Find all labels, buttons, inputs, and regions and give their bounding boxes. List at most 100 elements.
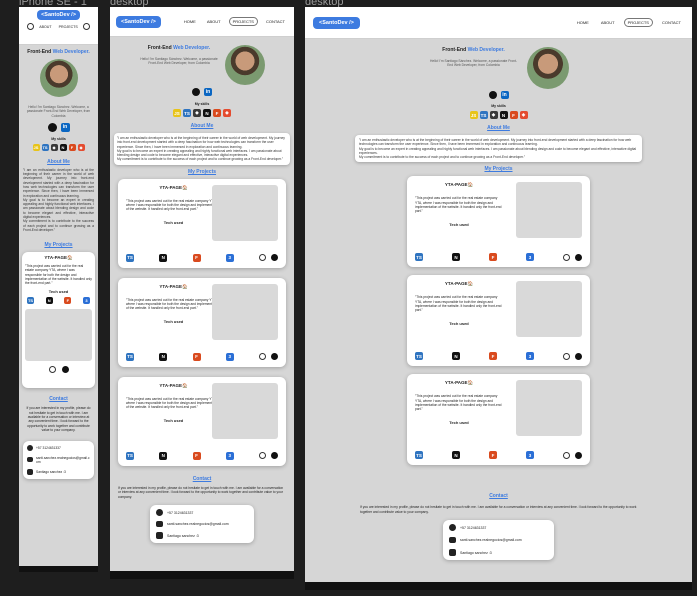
nav: HOME ABOUT PROJECTS CONTACT: [181, 17, 288, 26]
project-card[interactable]: YTA-PAGE🏠 "This project was carried out f…: [118, 178, 286, 268]
typescript-icon: TS: [479, 111, 488, 119]
web-icon[interactable]: [563, 352, 570, 360]
web-icon[interactable]: [259, 353, 266, 361]
github-icon[interactable]: [192, 88, 200, 96]
web-icon[interactable]: [48, 366, 56, 374]
linkedin-icon[interactable]: in: [60, 122, 70, 132]
nav-projects[interactable]: PROJECTS: [57, 24, 80, 30]
contact-linkedin[interactable]: Santiago sanchez :3: [449, 549, 548, 557]
header: <SantoDev /> HOME ABOUT PROJECTS CONTACT: [305, 7, 692, 39]
web-icon[interactable]: [259, 452, 266, 460]
contact-email[interactable]: santi.sanchez.realnegocios@gmail.com: [27, 456, 90, 464]
contact-phone[interactable]: +57 3124631337: [156, 509, 248, 516]
hero-description: Hello! I'm Santiago Sánchez. Welcome, a …: [429, 59, 518, 68]
github-icon[interactable]: [61, 366, 69, 374]
tech-label: Tech used: [449, 221, 469, 227]
project-image: [516, 182, 582, 239]
hero-title-highlight: Web Developer.: [467, 47, 505, 53]
web-icon[interactable]: [563, 253, 570, 261]
nav-home[interactable]: HOME: [574, 19, 592, 26]
project-list: YTA-PAGE🏠 "This project was carried out f…: [110, 178, 294, 466]
css-icon: 3: [225, 451, 234, 460]
nav-projects[interactable]: PROJECTS: [623, 18, 653, 27]
typescript-icon: TS: [126, 352, 134, 361]
nextjs-icon: N: [452, 352, 460, 361]
project-title: YTA-PAGE🏠: [44, 255, 73, 261]
contact-title: Contact: [489, 493, 508, 500]
nav-about[interactable]: ABOUT: [598, 19, 618, 26]
nav-home[interactable]: HOME: [181, 18, 199, 25]
figma-icon: F: [192, 352, 201, 361]
header: <SantoDev /> ABOUT PROJECTS: [19, 7, 98, 45]
nav-about[interactable]: ABOUT: [204, 18, 224, 25]
phone-icon: [449, 524, 456, 532]
tech-row: TS N F 3: [415, 253, 582, 262]
about-paragraph-2: My goal is to become an expert in creati…: [117, 148, 282, 158]
contact-email-text: santi.sanchez.realnegocios@gmail.com: [36, 455, 90, 464]
home-icon[interactable]: [27, 23, 35, 30]
contact-email[interactable]: santi.sanchez.realnegocios@gmail.com: [449, 537, 548, 544]
hero-title: Front-End Web Developer.: [429, 47, 519, 53]
project-description: "This project was carried out for the re…: [415, 196, 502, 214]
contact-phone[interactable]: +57 3124631337: [449, 524, 548, 532]
tech-row: TS N F 3: [126, 451, 278, 460]
github-icon[interactable]: [575, 352, 582, 360]
figma-icon: F: [489, 253, 497, 262]
nextjs-icon: N: [452, 253, 460, 262]
skills-row: JS TS ◆ N F ◈: [305, 111, 692, 119]
logo[interactable]: <SantoDev />: [313, 16, 360, 29]
project-title: YTA-PAGE🏠: [444, 380, 474, 386]
nav-contact[interactable]: CONTACT: [263, 18, 288, 25]
figma-icon: F: [192, 451, 201, 460]
project-card[interactable]: YTA-PAGE🏠 "This project was carried out f…: [407, 374, 590, 466]
tech-label: Tech used: [163, 417, 184, 423]
tech-row: TS N F 3: [126, 253, 278, 262]
github-icon[interactable]: [47, 122, 57, 132]
nav-projects[interactable]: PROJECTS: [228, 17, 258, 26]
phone-icon: [156, 509, 163, 516]
github-icon[interactable]: [271, 353, 278, 361]
figma-icon: F: [68, 143, 76, 151]
github-icon[interactable]: [575, 253, 582, 261]
contact-email[interactable]: santi.sanchez.realnegocios@gmail.com: [156, 521, 248, 527]
footer: [19, 566, 98, 572]
css-icon: 3: [526, 451, 534, 460]
hero: Front-End Web Developer. Hello! I'm Sant…: [19, 45, 98, 151]
linkedin-icon[interactable]: in: [500, 91, 509, 99]
project-card[interactable]: YTA-PAGE🏠 "This project was carried out f…: [118, 277, 286, 367]
nav-contact[interactable]: CONTACT: [659, 19, 684, 26]
avatar: [39, 59, 78, 97]
contact-linkedin[interactable]: Santiago sanchez :3: [27, 468, 90, 475]
project-links: [25, 366, 92, 374]
project-card[interactable]: YTA-PAGE🏠 "This project was carried out f…: [407, 275, 590, 367]
web-icon[interactable]: [563, 451, 570, 459]
logo[interactable]: <SantoDev />: [116, 15, 161, 28]
javascript-icon: JS: [469, 111, 478, 119]
github-icon[interactable]: [271, 452, 278, 460]
project-card[interactable]: YTA-PAGE🏠 "This project was carried out f…: [118, 376, 286, 466]
nextjs-icon: N: [203, 109, 211, 117]
project-card[interactable]: YTA-PAGE🏠 "This project was carried out f…: [407, 176, 590, 268]
hero-text: Front-End Web Developer. Hello! I'm Sant…: [139, 45, 219, 85]
project-info: YTA-PAGE🏠 "This project was carried out f…: [415, 182, 503, 226]
typescript-icon: TS: [27, 297, 34, 305]
javascript-icon: JS: [173, 109, 181, 117]
nav-about[interactable]: ABOUT: [37, 24, 53, 30]
github-icon[interactable]: [575, 451, 582, 459]
contact-icon[interactable]: [82, 23, 90, 30]
contact-linkedin[interactable]: Santiago sanchez :3: [156, 532, 248, 539]
contact-title: Contact: [49, 396, 68, 403]
typescript-icon: TS: [415, 253, 423, 262]
github-icon[interactable]: [488, 91, 497, 99]
linkedin-icon[interactable]: in: [204, 88, 212, 96]
about-paragraph-1: "I am an enthusiastic developer who is a…: [23, 167, 94, 198]
contact-linkedin-text: Santiago sanchez :3: [167, 533, 199, 538]
github-icon[interactable]: [271, 254, 278, 262]
hero-title-highlight: Web Developer.: [173, 45, 211, 51]
logo[interactable]: <SantoDev />: [37, 10, 80, 20]
contact-phone[interactable]: +57 3124631337: [27, 444, 90, 451]
web-icon[interactable]: [259, 254, 266, 262]
project-card[interactable]: YTA-PAGE🏠 "This project was carried out …: [22, 252, 95, 389]
nav: ABOUT PROJECTS: [27, 23, 90, 30]
email-icon: [156, 521, 163, 527]
